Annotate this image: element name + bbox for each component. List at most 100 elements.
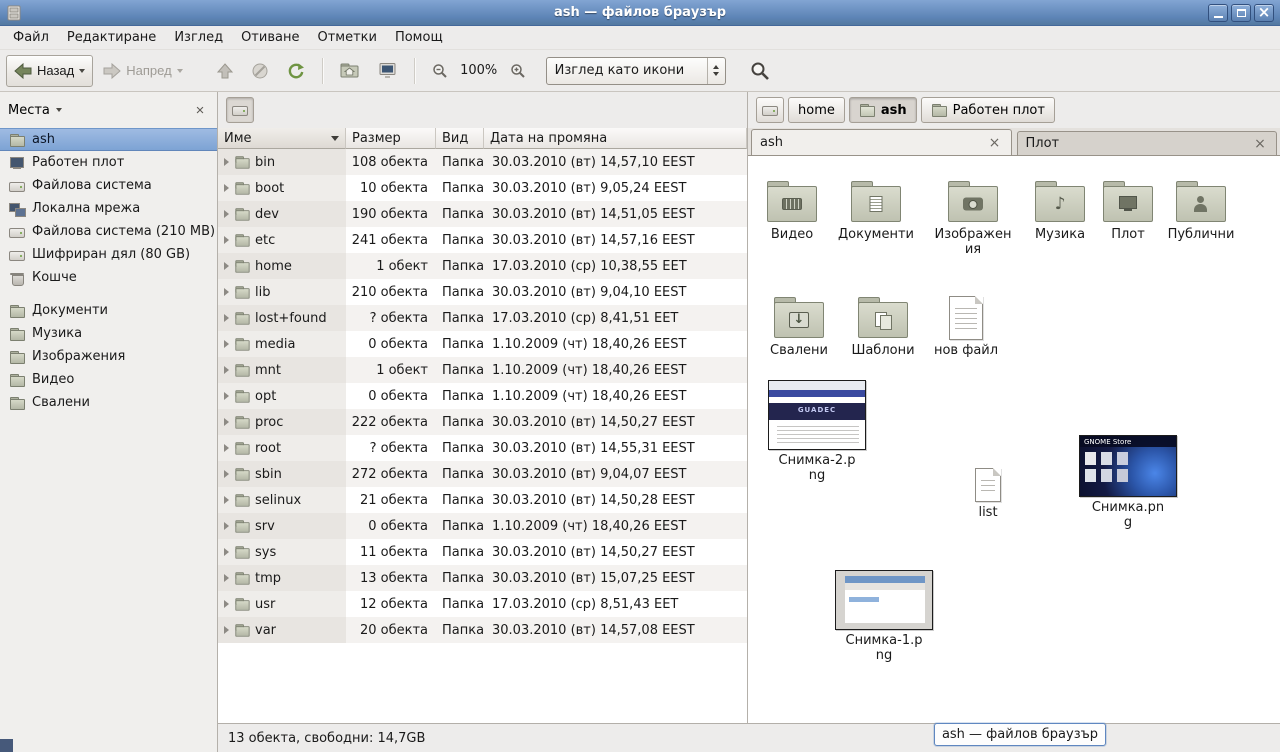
expander-icon[interactable]	[224, 184, 229, 192]
table-row[interactable]: proc 222 обекта Папка 30.03.2010 (вт) 14…	[218, 409, 747, 435]
menu-item[interactable]: Редактиране	[58, 28, 165, 47]
pane-tab[interactable]: Плот	[1017, 131, 1278, 155]
sidebar-item[interactable]: Локална мрежа	[0, 197, 217, 220]
breadcrumb-button[interactable]	[756, 97, 784, 123]
file-icon-item[interactable]: Шаблони	[841, 288, 925, 358]
file-icon-item[interactable]: Видео	[750, 172, 834, 242]
titlebar[interactable]: ash — файлов браузър	[0, 0, 1280, 26]
places-selector[interactable]: Места	[8, 103, 62, 118]
sidebar-item[interactable]: ash	[0, 128, 217, 151]
table-row[interactable]: bin 108 обекта Папка 30.03.2010 (вт) 14,…	[218, 149, 747, 175]
breadcrumb-button[interactable]: Работен плот	[921, 97, 1055, 123]
breadcrumb-button[interactable]: ash	[849, 97, 917, 123]
root-breadcrumb-button[interactable]	[226, 97, 254, 123]
table-row[interactable]: mnt 1 обект Папка 1.10.2009 (чт) 18,40,2…	[218, 357, 747, 383]
sidebar-item[interactable]: Работен плот	[0, 151, 217, 174]
file-icon-item[interactable]: нов файл	[924, 288, 1008, 358]
table-row[interactable]: lib 210 обекта Папка 30.03.2010 (вт) 9,0…	[218, 279, 747, 305]
close-button[interactable]	[1254, 4, 1274, 22]
expander-icon[interactable]	[224, 600, 229, 608]
panel-hide-button[interactable]	[0, 739, 13, 752]
taskbar-window-button[interactable]: ash — файлов браузър	[934, 723, 1106, 746]
sidebar-item[interactable]: Файлова система	[0, 174, 217, 197]
table-row[interactable]: sys 11 обекта Папка 30.03.2010 (вт) 14,5…	[218, 539, 747, 565]
file-icon-item[interactable]: Снимка-1.png	[834, 570, 934, 663]
expander-icon[interactable]	[224, 470, 229, 478]
table-row[interactable]: selinux 21 обекта Папка 30.03.2010 (вт) …	[218, 487, 747, 513]
back-button[interactable]: Назад	[6, 55, 93, 87]
expander-icon[interactable]	[224, 418, 229, 426]
maximize-button[interactable]	[1231, 4, 1251, 22]
forward-button[interactable]: Напред	[95, 55, 190, 87]
column-header[interactable]: Име	[218, 128, 346, 149]
home-button[interactable]	[332, 55, 368, 87]
table-row[interactable]: media 0 обекта Папка 1.10.2009 (чт) 18,4…	[218, 331, 747, 357]
stop-button[interactable]	[243, 55, 277, 87]
table-row[interactable]: boot 10 обекта Папка 30.03.2010 (вт) 9,0…	[218, 175, 747, 201]
sidebar-item[interactable]: Кошче	[0, 266, 217, 289]
file-icon-item[interactable]: list	[946, 450, 1030, 520]
table-row[interactable]: home 1 обект Папка 17.03.2010 (ср) 10,38…	[218, 253, 747, 279]
file-icon-item[interactable]: GUADEC Снимка-2.png	[767, 380, 867, 483]
sidebar-item[interactable]: Свалени	[0, 391, 217, 414]
menu-item[interactable]: Изглед	[165, 28, 232, 47]
column-header[interactable]: Вид	[436, 128, 484, 149]
expander-icon[interactable]	[224, 288, 229, 296]
table-row[interactable]: var 20 обекта Папка 30.03.2010 (вт) 14,5…	[218, 617, 747, 643]
file-icon-item[interactable]: GNOME Store Снимка.png	[1078, 435, 1178, 530]
menu-item[interactable]: Помощ	[386, 28, 452, 47]
sidebar-item[interactable]: Видео	[0, 368, 217, 391]
computer-button[interactable]	[370, 55, 405, 87]
expander-icon[interactable]	[224, 548, 229, 556]
expander-icon[interactable]	[224, 210, 229, 218]
expander-icon[interactable]	[224, 444, 229, 452]
sidebar-item[interactable]: Документи	[0, 299, 217, 322]
table-row[interactable]: usr 12 обекта Папка 17.03.2010 (ср) 8,51…	[218, 591, 747, 617]
expander-icon[interactable]	[224, 496, 229, 504]
expander-icon[interactable]	[224, 366, 229, 374]
expander-icon[interactable]	[224, 574, 229, 582]
sidebar-item[interactable]: Изображения	[0, 345, 217, 368]
zoom-in-button[interactable]	[502, 55, 534, 87]
file-icon-item[interactable]: Изображения	[931, 172, 1015, 257]
expander-icon[interactable]	[224, 392, 229, 400]
search-button[interactable]	[742, 55, 778, 87]
sidebar-item[interactable]: Музика	[0, 322, 217, 345]
file-icon-item[interactable]: Плот	[1086, 172, 1170, 242]
table-row[interactable]: opt 0 обекта Папка 1.10.2009 (чт) 18,40,…	[218, 383, 747, 409]
tab-close-icon[interactable]	[1252, 136, 1268, 152]
breadcrumb-button[interactable]: home	[788, 97, 845, 123]
expander-icon[interactable]	[224, 262, 229, 270]
reload-button[interactable]	[279, 55, 313, 87]
sidebar-close-button[interactable]	[191, 101, 209, 119]
table-row[interactable]: srv 0 обекта Папка 1.10.2009 (чт) 18,40,…	[218, 513, 747, 539]
sidebar-item[interactable]: Шифриран дял (80 GB)	[0, 243, 217, 266]
menu-item[interactable]: Отиване	[232, 28, 308, 47]
expander-icon[interactable]	[224, 158, 229, 166]
file-icon-item[interactable]: Публични	[1159, 172, 1243, 242]
table-row[interactable]: tmp 13 обекта Папка 30.03.2010 (вт) 15,0…	[218, 565, 747, 591]
minimize-button[interactable]	[1208, 4, 1228, 22]
file-icon-item[interactable]: Свалени	[757, 288, 841, 358]
table-row[interactable]: etc 241 обекта Папка 30.03.2010 (вт) 14,…	[218, 227, 747, 253]
sidebar-item[interactable]: Файлова система (210 MB)	[0, 220, 217, 243]
column-header[interactable]: Дата на промяна	[484, 128, 747, 149]
up-button[interactable]	[209, 55, 241, 87]
pane-tab[interactable]: ash	[751, 129, 1012, 155]
expander-icon[interactable]	[224, 236, 229, 244]
column-header[interactable]: Размер	[346, 128, 436, 149]
file-icon-item[interactable]: Документи	[834, 172, 918, 242]
menu-item[interactable]: Отметки	[308, 28, 385, 47]
table-row[interactable]: lost+found ? обекта Папка 17.03.2010 (ср…	[218, 305, 747, 331]
view-mode-select[interactable]: Изглед като икони	[546, 57, 726, 85]
zoom-out-button[interactable]	[424, 55, 456, 87]
table-row[interactable]: dev 190 обекта Папка 30.03.2010 (вт) 14,…	[218, 201, 747, 227]
menu-item[interactable]: Файл	[4, 28, 58, 47]
expander-icon[interactable]	[224, 340, 229, 348]
table-row[interactable]: root ? обекта Папка 30.03.2010 (вт) 14,5…	[218, 435, 747, 461]
tab-close-icon[interactable]	[987, 135, 1003, 151]
table-row[interactable]: sbin 272 обекта Папка 30.03.2010 (вт) 9,…	[218, 461, 747, 487]
expander-icon[interactable]	[224, 314, 229, 322]
expander-icon[interactable]	[224, 522, 229, 530]
expander-icon[interactable]	[224, 626, 229, 634]
